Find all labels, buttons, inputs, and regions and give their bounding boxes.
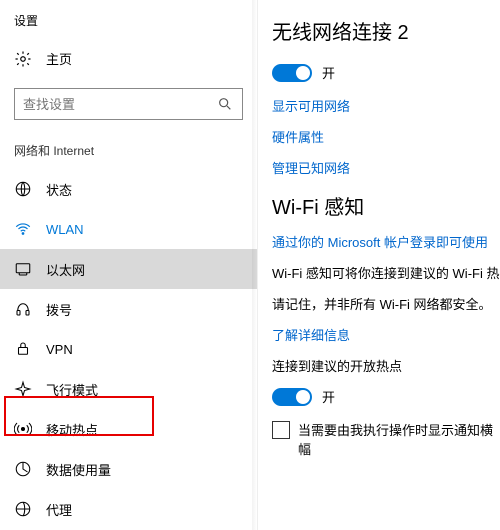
nav-list: 状态 WLAN 以太网 拨号 — [0, 169, 257, 529]
notify-checkbox-row: 当需要由我执行操作时显示通知横幅 — [272, 420, 500, 458]
link-hardware-props[interactable]: 硬件属性 — [272, 127, 500, 146]
nav-label: 移动热点 — [46, 420, 98, 439]
nav-label: 数据使用量 — [46, 460, 111, 479]
body-text-3: 连接到建议的开放热点 — [272, 356, 500, 375]
notify-checkbox[interactable] — [272, 421, 290, 439]
hotspot-icon — [14, 420, 32, 438]
gear-icon — [14, 50, 32, 68]
nav-item-hotspot[interactable]: 移动热点 — [0, 409, 257, 449]
vpn-icon — [14, 340, 32, 358]
nav-label: WLAN — [46, 222, 84, 237]
search-icon — [216, 95, 234, 113]
proxy-icon — [14, 500, 32, 518]
nav-item-status[interactable]: 状态 — [0, 169, 257, 209]
wireless-toggle-row: 开 — [272, 63, 500, 82]
toggle-state-label: 开 — [322, 387, 335, 406]
nav-label: 拨号 — [46, 300, 72, 319]
ethernet-icon — [14, 260, 32, 278]
link-manage-known[interactable]: 管理已知网络 — [272, 158, 500, 177]
body-text-2: 请记住，并非所有 Wi-Fi 网络都安全。 — [272, 294, 500, 313]
data-icon — [14, 460, 32, 478]
airplane-icon — [14, 380, 32, 398]
nav-item-datausage[interactable]: 数据使用量 — [0, 449, 257, 489]
nav-item-vpn[interactable]: VPN — [0, 329, 257, 369]
section-label: 网络和 Internet — [0, 134, 257, 169]
main-content: 无线网络连接 2 开 显示可用网络 硬件属性 管理已知网络 Wi-Fi 感知 通… — [258, 0, 500, 530]
home-label: 主页 — [46, 49, 72, 68]
wifi-sense-heading: Wi-Fi 感知 — [272, 191, 500, 220]
nav-item-dialup[interactable]: 拨号 — [0, 289, 257, 329]
nav-item-wlan[interactable]: WLAN — [0, 209, 257, 249]
nav-label: 以太网 — [46, 260, 85, 279]
search-box[interactable] — [14, 88, 243, 120]
link-ms-signin[interactable]: 通过你的 Microsoft 帐户登录即可使用 — [272, 232, 500, 251]
body-text-1: Wi-Fi 感知可将你连接到建议的 Wi-Fi 热 — [272, 263, 500, 282]
link-learn-more[interactable]: 了解详细信息 — [272, 325, 500, 344]
link-show-networks[interactable]: 显示可用网络 — [272, 96, 500, 115]
wifi-icon — [14, 220, 32, 238]
page-heading: 无线网络连接 2 — [272, 16, 500, 45]
sidebar: 设置 主页 网络和 Internet — [0, 0, 258, 530]
wireless-toggle[interactable] — [272, 64, 312, 82]
home-nav[interactable]: 主页 — [0, 39, 257, 78]
nav-label: 状态 — [46, 180, 72, 199]
open-hotspot-toggle-row: 开 — [272, 387, 500, 406]
checkbox-label: 当需要由我执行操作时显示通知横幅 — [298, 420, 500, 458]
nav-label: 代理 — [46, 500, 72, 519]
nav-label: 飞行模式 — [46, 380, 98, 399]
dialup-icon — [14, 300, 32, 318]
globe-icon — [14, 180, 32, 198]
search-input[interactable] — [23, 97, 216, 112]
nav-label: VPN — [46, 342, 73, 357]
nav-item-ethernet[interactable]: 以太网 — [0, 249, 257, 289]
toggle-state-label: 开 — [322, 63, 335, 82]
app-title: 设置 — [0, 8, 257, 39]
nav-item-proxy[interactable]: 代理 — [0, 489, 257, 529]
nav-item-airplane[interactable]: 飞行模式 — [0, 369, 257, 409]
open-hotspot-toggle[interactable] — [272, 388, 312, 406]
